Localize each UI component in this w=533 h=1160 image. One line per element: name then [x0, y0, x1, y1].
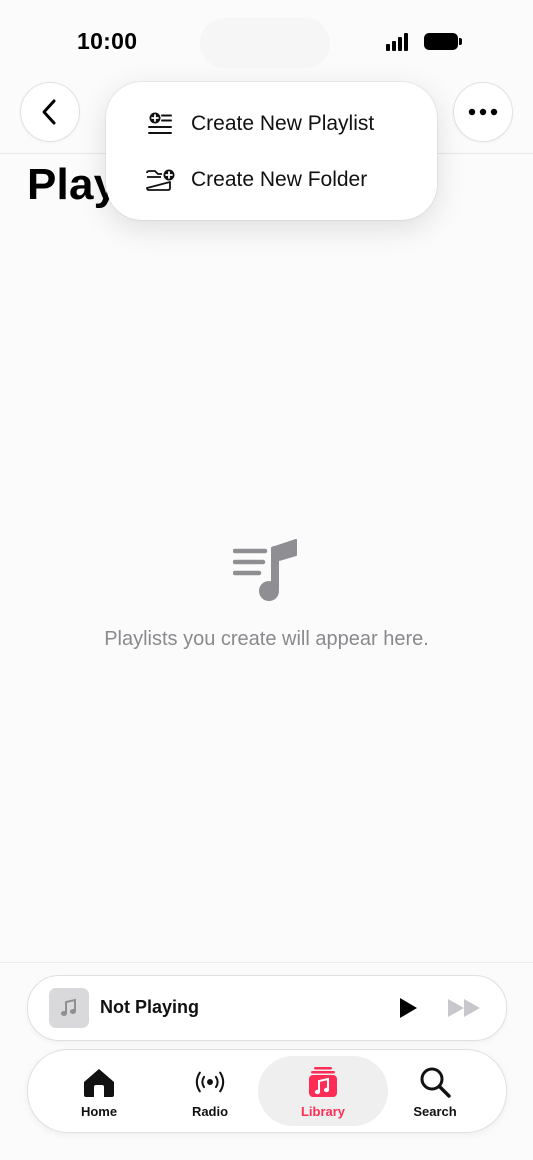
magnifying-glass-icon: [420, 1067, 451, 1098]
status-time: 10:00: [77, 28, 138, 54]
tab-library[interactable]: Library: [258, 1056, 388, 1126]
add-playlist-icon: [145, 111, 175, 137]
tab-radio[interactable]: Radio: [157, 1056, 263, 1126]
radio-waves-icon: [195, 1071, 225, 1093]
playlist-music-icon: [232, 538, 301, 604]
battery-tip: [459, 38, 462, 45]
dynamic-island: [200, 18, 330, 68]
house-icon: [84, 1069, 114, 1097]
chevron-left-icon: [42, 99, 56, 125]
mini-player[interactable]: Not Playing: [27, 975, 507, 1041]
create-menu: Create New Playlist Create New Folder: [106, 82, 437, 220]
battery-icon: [424, 33, 458, 50]
tab-search-label: Search: [413, 1104, 457, 1119]
play-icon[interactable]: [396, 996, 420, 1020]
ellipsis-icon: [468, 108, 498, 116]
create-new-folder-label: Create New Folder: [191, 168, 368, 191]
tab-home-label: Home: [80, 1104, 118, 1119]
add-folder-icon: [145, 167, 175, 193]
create-new-folder-item[interactable]: Create New Folder: [106, 152, 437, 208]
tab-library-label: Library: [300, 1104, 346, 1119]
tab-search[interactable]: Search: [382, 1056, 488, 1126]
status-bar: 10:00: [0, 0, 533, 80]
album-art-placeholder: [49, 988, 89, 1028]
music-note-icon: [61, 998, 76, 1016]
tab-radio-label: Radio: [191, 1104, 229, 1119]
music-library-icon: [309, 1067, 337, 1097]
create-new-playlist-label: Create New Playlist: [191, 112, 375, 135]
now-playing-title: Not Playing: [100, 997, 200, 1017]
back-button[interactable]: [20, 82, 80, 142]
tab-bar: Home Radio Library Search: [27, 1049, 507, 1133]
signal-icon: [386, 33, 412, 51]
create-new-playlist-item[interactable]: Create New Playlist: [106, 96, 437, 152]
fast-forward-icon[interactable]: [446, 996, 484, 1020]
more-button[interactable]: [453, 82, 513, 142]
bottom-divider: [0, 962, 533, 963]
tab-home[interactable]: Home: [46, 1056, 152, 1126]
empty-state-message: Playlists you create will appear here.: [104, 628, 429, 650]
